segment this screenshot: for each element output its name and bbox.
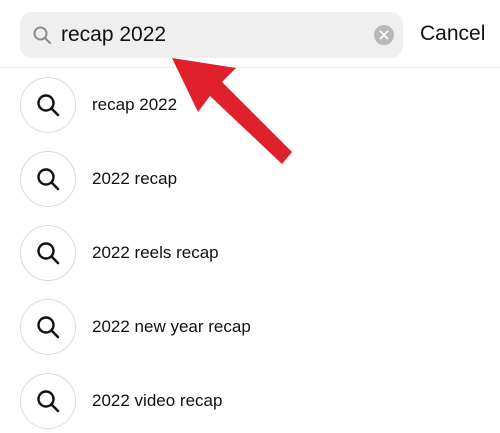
suggestion-item[interactable]: 2022 recap xyxy=(20,150,490,208)
suggestion-item[interactable]: recap 2022 xyxy=(20,76,490,134)
search-icon xyxy=(20,299,76,355)
search-icon xyxy=(20,77,76,133)
divider xyxy=(0,67,500,68)
search-icon xyxy=(20,225,76,281)
search-icon xyxy=(20,151,76,207)
suggestion-item[interactable]: 2022 video recap xyxy=(20,372,490,430)
clear-icon[interactable] xyxy=(374,25,394,45)
search-input[interactable] xyxy=(61,20,361,50)
suggestion-label: 2022 reels recap xyxy=(92,243,219,262)
suggestion-label: 2022 video recap xyxy=(92,391,223,410)
search-icon xyxy=(32,25,52,45)
suggestion-label: 2022 recap xyxy=(92,169,178,188)
suggestion-label: 2022 new year recap xyxy=(92,317,251,336)
cancel-button[interactable]: Cancel xyxy=(420,22,485,46)
suggestion-item[interactable]: 2022 new year recap xyxy=(20,298,490,356)
suggestion-item[interactable]: 2022 reels recap xyxy=(20,224,490,282)
search-icon xyxy=(20,373,76,429)
search-bar[interactable] xyxy=(20,12,403,58)
suggestion-label: recap 2022 xyxy=(92,95,178,114)
